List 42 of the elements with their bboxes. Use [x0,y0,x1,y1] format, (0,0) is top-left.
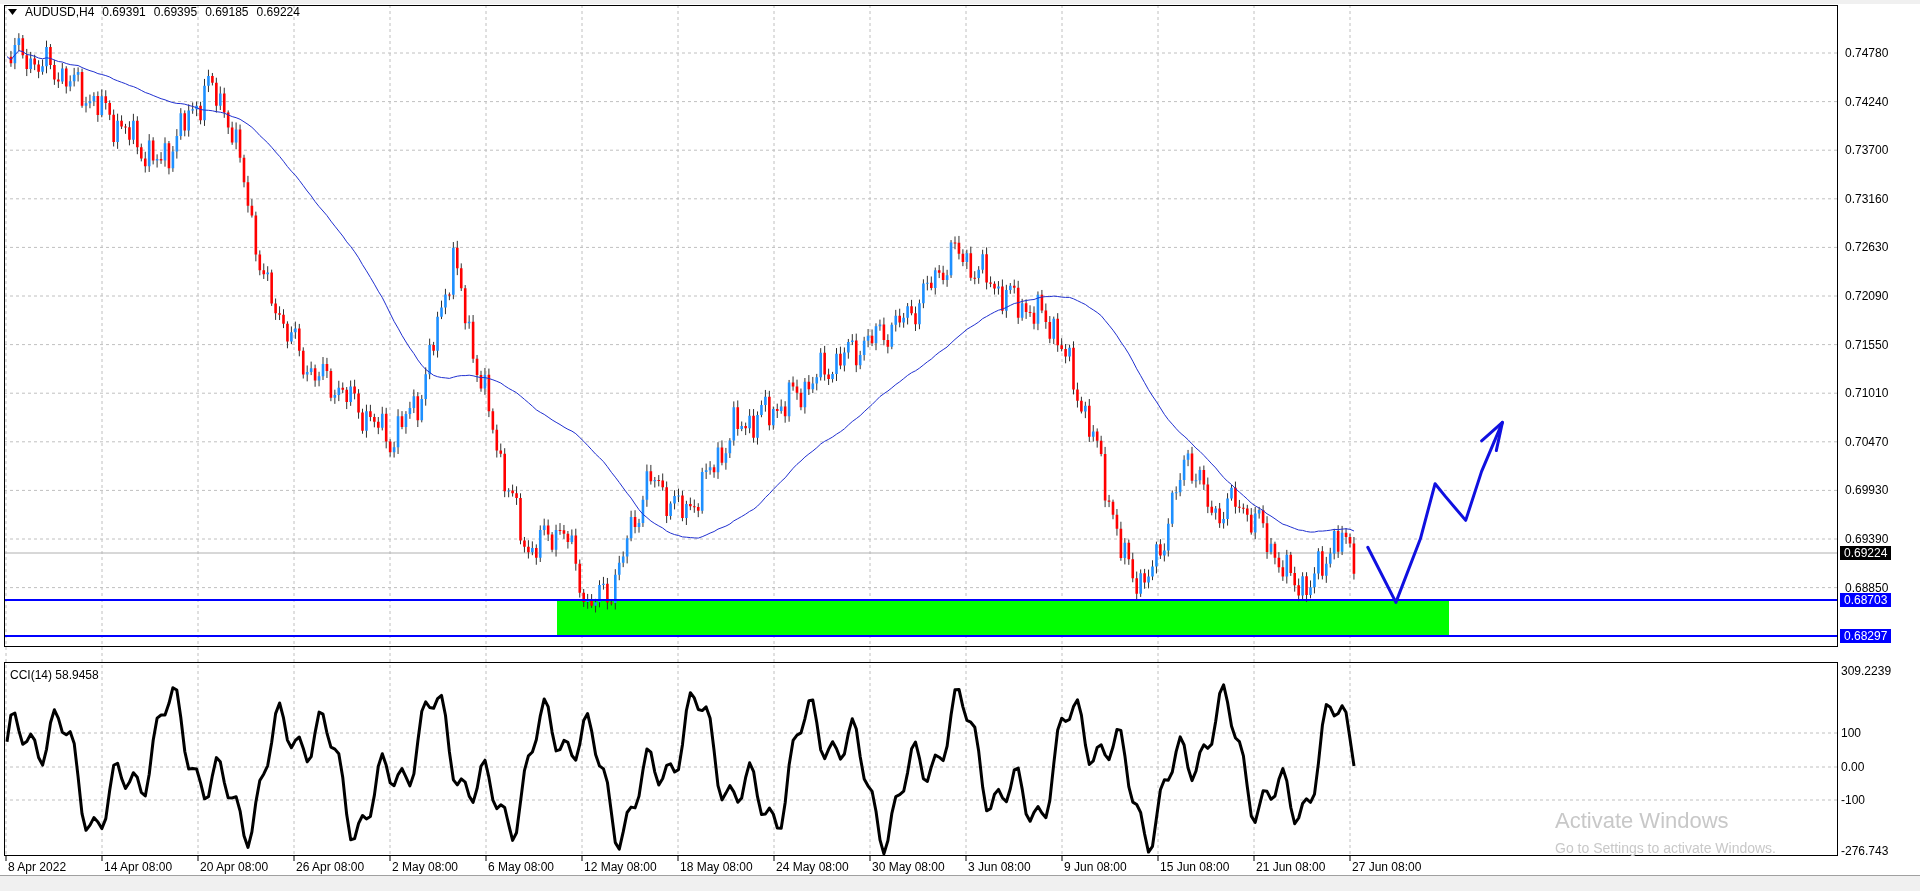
quote-value: 0.69185 [205,5,249,19]
indicator-axis-label: -276.743 [1841,844,1889,858]
time-axis-label: 20 Apr 08:00 [200,860,269,874]
time-axis-label: 30 May 08:00 [872,860,945,874]
quote-value: 0.69391 [102,5,146,19]
price-axis-label: 0.68850 [1845,580,1889,595]
price-axis-label: 0.69390 [1845,532,1889,546]
price-axis-label: 0.71010 [1845,386,1889,401]
indicator-axis-label: 309.2239 [1841,664,1892,678]
price-axis-label: 0.74780 [1845,46,1889,60]
quote-value: 0.69395 [153,5,198,19]
time-axis-label: 21 Jun 08:00 [1256,860,1326,874]
time-axis-label: 2 May 08:00 [392,860,459,874]
price-axis-label: 0.73160 [1845,191,1889,206]
time-axis-label: 14 Apr 08:00 [104,860,173,874]
quote-value: 0.69224 [256,5,300,19]
symbol-label: AUDUSD,H4 [25,5,95,19]
time-axis-label: 6 May 08:00 [488,860,555,874]
indicator-axis-label: 0.00 [1841,760,1865,774]
time-axis-label: 9 Jun 08:00 [1064,860,1127,874]
price-axis-label: 0.72630 [1845,240,1889,255]
time-axis-label: 8 Apr 2022 [8,860,67,874]
price-tag: 0.68703 [1840,593,1892,607]
price-axis-label: 0.71550 [1845,337,1889,352]
time-axis-label: 15 Jun 08:00 [1160,860,1230,874]
indicator-axis-label: 100 [1841,726,1862,740]
time-axis-label: 26 Apr 08:00 [296,860,365,874]
time-axis-label: 3 Jun 08:00 [968,860,1031,874]
price-axis-label: 0.72090 [1845,289,1889,303]
time-axis-label: 12 May 08:00 [584,860,657,874]
dropdown-triangle-icon[interactable] [8,9,17,15]
price-axis-label: 0.73700 [1845,143,1889,158]
indicator-label: CCI(14) 58.9458 [10,668,99,682]
indicator-axis-label: -100 [1841,793,1866,807]
time-axis-label: 24 May 08:00 [776,860,849,874]
price-tag: 0.69224 [1840,546,1892,560]
time-axis-label: 18 May 08:00 [680,860,753,874]
price-tag: 0.68297 [1840,629,1892,643]
time-axis-label: 27 Jun 08:00 [1352,860,1422,874]
price-axis-label: 0.74240 [1845,94,1889,109]
price-axis-label: 0.69930 [1845,483,1889,498]
price-axis-label: 0.70470 [1845,434,1889,449]
